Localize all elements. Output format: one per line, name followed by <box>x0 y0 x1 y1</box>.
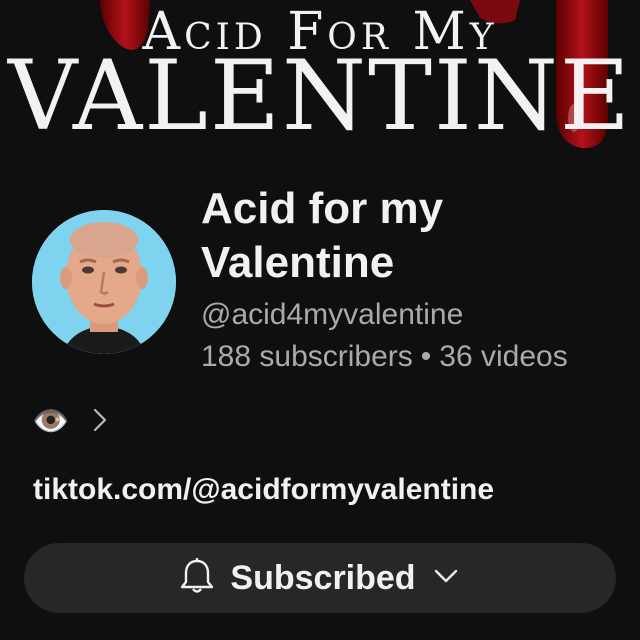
avatar-face-illustration <box>32 210 176 354</box>
chevron-down-icon <box>432 567 460 590</box>
external-link[interactable]: tiktok.com/@acidformyvalentine <box>33 473 494 507</box>
avatar[interactable] <box>32 210 176 354</box>
channel-banner: Acid For My VALENTINE <box>0 0 640 160</box>
bell-icon <box>180 557 214 600</box>
channel-description[interactable]: 👁️ <box>32 402 109 442</box>
subscribed-label: Subscribed <box>230 558 416 597</box>
eye-emoji: 👁️ <box>32 405 70 438</box>
video-count: 36 videos <box>439 340 568 373</box>
chevron-right-icon[interactable] <box>91 406 109 439</box>
banner-title-line2: VALENTINE <box>8 40 632 152</box>
subscriber-count: 188 subscribers <box>201 340 413 373</box>
subscribed-button[interactable]: Subscribed <box>24 543 616 613</box>
stats-separator: • <box>420 340 432 373</box>
channel-stats: 188 subscribers • 36 videos <box>201 340 568 374</box>
channel-handle: @acid4myvalentine <box>201 298 464 331</box>
channel-name: Acid for my Valentine <box>201 184 444 287</box>
